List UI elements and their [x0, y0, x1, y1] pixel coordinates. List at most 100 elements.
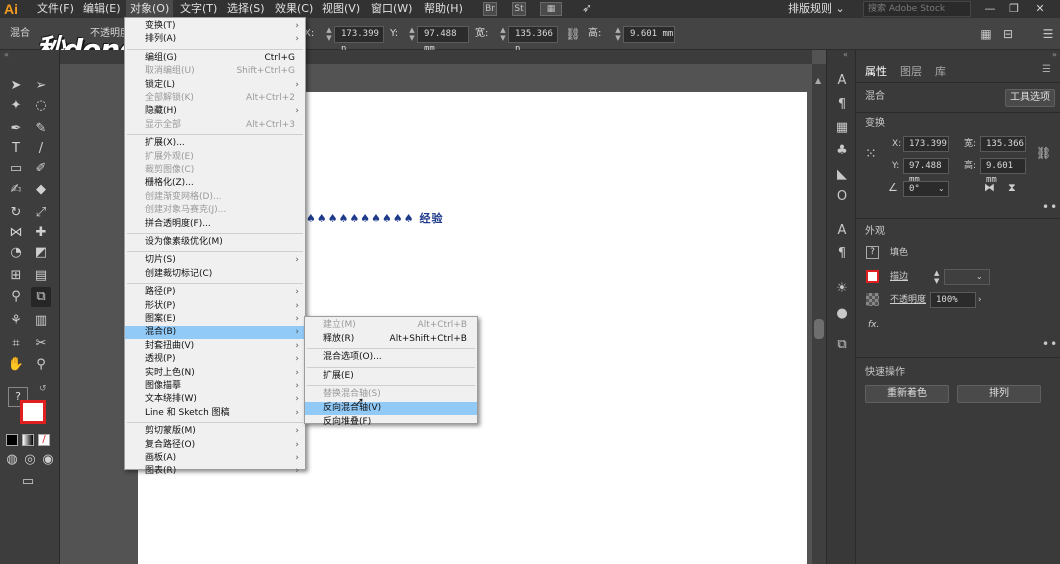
opacity-label[interactable]: 不透明度 — [890, 292, 926, 308]
stroke-dropdown-icon[interactable]: ⌄ — [976, 269, 983, 285]
x-field[interactable]: 173.399 n — [334, 26, 384, 54]
tab-layers[interactable]: 图层 — [900, 64, 922, 80]
menu-file[interactable]: 文件(F) — [33, 0, 78, 18]
object-menu-item[interactable]: 编组(G) Ctrl+G — [125, 52, 305, 65]
menu-window[interactable]: 窗口(W) — [367, 0, 416, 18]
symbols-panel-icon[interactable]: ♣ — [833, 142, 851, 160]
slice-tool-icon[interactable]: ✂ — [31, 334, 51, 354]
object-menu-item[interactable]: Line 和 Sketch 图稿 › — [125, 407, 305, 420]
menu-effect[interactable]: 效果(C) — [271, 0, 317, 18]
object-menu-item[interactable]: 封套扭曲(V) › — [125, 340, 305, 353]
blend-object[interactable]: ♠♠♠♠♠♠♠♠♠♠ 经验 — [306, 211, 443, 227]
menu-select[interactable]: 选择(S) — [223, 0, 269, 18]
panel-menu-icon[interactable]: ☰ — [1042, 64, 1051, 75]
stroke-weight-stepper[interactable]: ▲ ▼ — [934, 269, 939, 285]
width-tool-icon[interactable]: ⋈ — [6, 223, 26, 243]
column-graph-tool-icon[interactable]: ▥ — [31, 311, 51, 331]
height-field[interactable]: 9.601 mm — [623, 26, 675, 43]
distribute-icon[interactable]: ⊟ — [1000, 26, 1016, 42]
stroke-swatch[interactable] — [20, 400, 46, 424]
panel-menu-icon[interactable]: ☰ — [1040, 26, 1056, 42]
menu-edit[interactable]: 编辑(E) — [79, 0, 125, 18]
y-stepper[interactable]: ▲ ▼ — [408, 26, 416, 43]
object-menu-item[interactable]: 切片(S) › — [125, 254, 305, 267]
x-stepper[interactable]: ▲ ▼ — [325, 26, 333, 43]
scale-tool-icon[interactable]: ⤢ — [31, 203, 51, 223]
recolor-button[interactable]: 重新着色 — [865, 385, 949, 403]
flip-vertical-icon[interactable]: ⧗ — [1008, 181, 1016, 195]
minimize-icon[interactable]: — — [980, 0, 1000, 18]
tab-properties[interactable]: 属性 — [865, 64, 887, 80]
x-field[interactable]: 173.399 — [903, 136, 949, 152]
restore-icon[interactable]: ❐ — [1004, 0, 1024, 18]
object-menu-item[interactable]: 路径(P) › — [125, 286, 305, 299]
gradient-mode-icon[interactable] — [22, 434, 34, 446]
transparency-panel-icon[interactable]: ● — [833, 305, 851, 323]
object-menu-item[interactable]: 文本绕排(W) › — [125, 393, 305, 406]
object-menu-item[interactable]: 图像描摹 › — [125, 380, 305, 393]
character-styles-icon[interactable]: A — [833, 222, 851, 240]
screen-mode-icon[interactable]: ▭ — [18, 472, 38, 492]
zoom-tool-icon[interactable]: ⚲ — [31, 355, 51, 375]
brushes-panel-icon[interactable]: ◣ — [833, 166, 851, 184]
lasso-tool-icon[interactable]: ◌ — [31, 96, 51, 116]
object-menu-item[interactable]: 图表(R) › — [125, 465, 305, 478]
blend-submenu-item[interactable]: 混合选项(O)... — [305, 351, 477, 364]
object-menu-item[interactable]: 创建裁切标记(C) — [125, 268, 305, 281]
object-menu-item[interactable]: 排列(A) › — [125, 33, 305, 46]
flip-horizontal-icon[interactable]: ⧓ — [984, 181, 995, 194]
puppet-warp-tool-icon[interactable]: ✚ — [31, 223, 51, 243]
y-field[interactable]: 97.488 mm — [903, 158, 949, 185]
y-field[interactable]: 97.488 mm — [417, 26, 469, 54]
object-menu-item[interactable]: 形状(P) › — [125, 300, 305, 313]
arrange-button[interactable]: 排列 — [957, 385, 1041, 403]
blend-tool-icon[interactable]: ⧉ — [31, 287, 51, 307]
more-appearance-icon[interactable]: ••• — [1042, 337, 1060, 351]
artboard-tool-icon[interactable]: ⌗ — [6, 334, 26, 354]
fx-button[interactable]: fx. — [868, 317, 879, 333]
menu-object[interactable]: 对象(O) — [126, 0, 174, 18]
object-menu-item[interactable]: 复合路径(O) › — [125, 439, 305, 452]
constrain-proportions-icon[interactable]: ⛓ — [565, 26, 581, 42]
angle-dropdown-icon[interactable]: ⌄ — [938, 181, 945, 197]
direct-selection-tool-icon[interactable]: ➢ — [31, 76, 51, 96]
eyedropper-tool-icon[interactable]: ⚲ — [6, 287, 26, 307]
more-options-icon[interactable]: ••• — [1042, 200, 1060, 214]
arrange-documents-icon[interactable]: ▦ — [540, 2, 562, 16]
draw-normal-icon[interactable]: ◍ — [2, 450, 22, 470]
tool-options-button[interactable]: 工具选项 — [1005, 89, 1055, 107]
object-menu-item[interactable]: 设为像素级优化(M) — [125, 236, 305, 249]
object-menu-item[interactable]: 画板(A) › — [125, 452, 305, 465]
blend-submenu-item[interactable]: 反向堆叠(F) — [305, 416, 477, 429]
object-menu-item[interactable]: 实时上色(N) › — [125, 367, 305, 380]
object-menu-item[interactable]: 栅格化(Z)... — [125, 177, 305, 190]
perspective-grid-tool-icon[interactable]: ◩ — [31, 243, 51, 263]
panel-collapse-icon[interactable]: » — [1052, 50, 1057, 59]
vertical-scrollbar[interactable]: ▲ — [812, 64, 826, 564]
gpu-performance-icon[interactable]: ➶ — [582, 1, 592, 15]
character-panel-icon[interactable]: A — [833, 72, 851, 90]
swap-fill-stroke-icon[interactable]: ↺ — [39, 384, 47, 394]
stroke-label[interactable]: 描边 — [890, 269, 908, 285]
paragraph-styles-icon[interactable]: ¶ — [833, 245, 851, 263]
symbol-sprayer-tool-icon[interactable]: ⚘ — [6, 311, 26, 331]
menu-help[interactable]: 帮助(H) — [420, 0, 467, 18]
menu-type[interactable]: 文字(T) — [176, 0, 221, 18]
object-menu-item[interactable]: 锁定(L) › — [125, 79, 305, 92]
artboards-panel-icon[interactable]: ⧉ — [833, 336, 851, 354]
type-tool-icon[interactable]: T — [6, 139, 26, 159]
none-mode-icon[interactable]: / — [38, 434, 50, 446]
reference-point-icon[interactable]: ⁙ — [865, 146, 877, 162]
draw-behind-icon[interactable]: ◎ — [20, 450, 40, 470]
object-menu-item[interactable]: 剪切蒙版(M) › — [125, 425, 305, 438]
object-menu-item[interactable]: 变换(T) › — [125, 20, 305, 33]
hand-tool-icon[interactable]: ✋ — [6, 355, 26, 375]
height-field[interactable]: 9.601 mm — [980, 158, 1026, 185]
object-menu-item[interactable]: 混合(B) › — [125, 326, 305, 340]
curvature-tool-icon[interactable]: ✎ — [31, 119, 51, 139]
shaper-tool-icon[interactable]: ✍ — [6, 180, 26, 200]
fill-swatch[interactable]: ? — [866, 246, 879, 259]
constrain-proportions-icon[interactable]: ⛓ — [1036, 146, 1051, 160]
rotate-tool-icon[interactable]: ↻ — [6, 203, 26, 223]
eraser-tool-icon[interactable]: ◆ — [31, 180, 51, 200]
